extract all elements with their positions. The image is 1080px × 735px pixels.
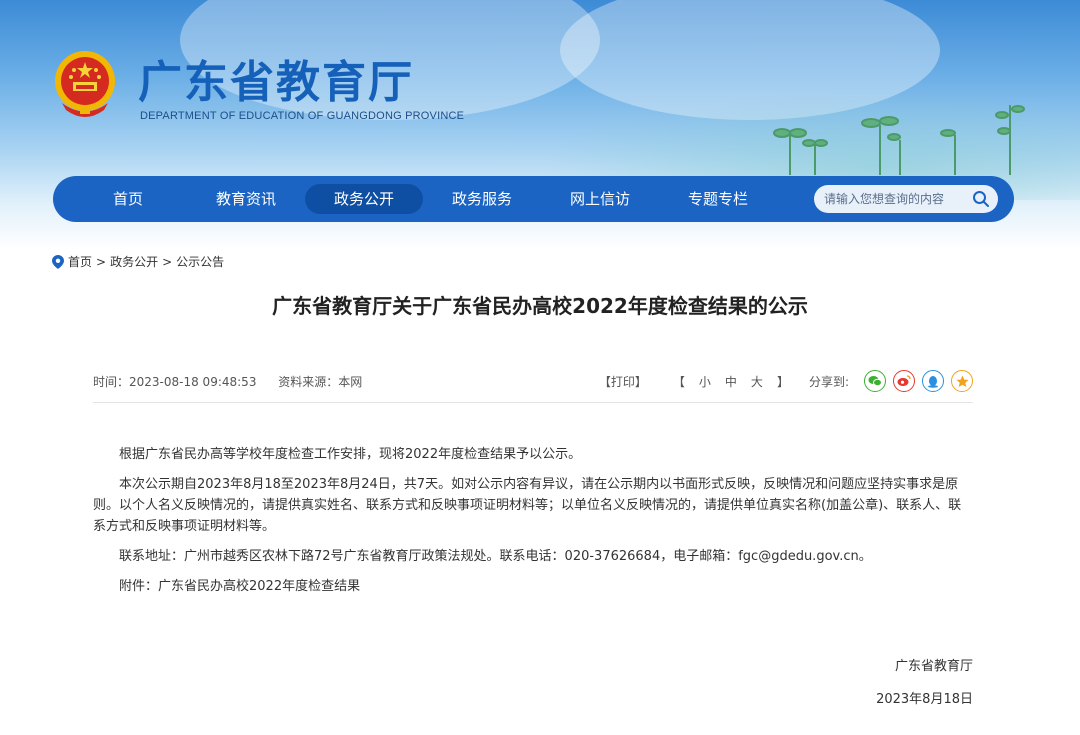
article-meta: 时间：2023-08-18 09:48:53 资料来源：本网 【打印】 【 小 … (93, 368, 973, 394)
font-small-button[interactable]: 小 (699, 373, 711, 390)
font-bracket-open: 【 (672, 374, 685, 389)
location-pin-icon (52, 254, 64, 269)
meta-divider (93, 402, 973, 403)
qq-icon[interactable] (922, 370, 944, 392)
wechat-icon[interactable] (864, 370, 886, 392)
breadcrumb-gov-affairs[interactable]: 政务公开 (110, 253, 158, 270)
font-size-controls: 【 小 中 大 】 (673, 373, 789, 390)
font-large-button[interactable]: 大 (751, 373, 763, 390)
main-nav: 首页 教育资讯 政务公开 政务服务 网上信访 专题专栏 (53, 176, 1014, 222)
share-label: 分享到: (808, 374, 849, 389)
signature: 广东省教育厅 (894, 659, 973, 674)
nav-item-gov-affairs[interactable]: 政务公开 (305, 184, 423, 214)
header-banner: 广东省教育厅 DEPARTMENT OF EDUCATION OF GUANGD… (0, 0, 1080, 250)
publish-time: 时间：2023-08-18 09:48:53 (93, 374, 257, 389)
breadcrumb-announcements[interactable]: 公示公告 (176, 253, 224, 270)
sprouts-decoration (773, 105, 1025, 175)
nav-item-home[interactable]: 首页 (69, 184, 187, 214)
search-input[interactable] (814, 186, 964, 212)
breadcrumb: 首页 > 政务公开 > 公示公告 (52, 253, 224, 270)
breadcrumb-separator: > (162, 254, 173, 269)
article-paragraph: 根据广东省民办高等学校年度检查工作安排，现将2022年度检查结果予以公示。 (119, 447, 582, 462)
breadcrumb-separator: > (96, 254, 107, 269)
breadcrumb-home[interactable]: 首页 (68, 253, 92, 270)
font-medium-button[interactable]: 中 (725, 373, 737, 390)
signature-date: 2023年8月18日 (876, 692, 973, 707)
article-source: 资料来源：本网 (278, 374, 363, 389)
nav-item-news[interactable]: 教育资讯 (187, 184, 305, 214)
qzone-icon[interactable] (951, 370, 973, 392)
weibo-icon[interactable] (893, 370, 915, 392)
search-box (814, 185, 998, 213)
site-subtitle: DEPARTMENT OF EDUCATION OF GUANGDONG PRO… (140, 110, 465, 122)
nav-item-special-topics[interactable]: 专题专栏 (659, 184, 777, 214)
national-emblem-icon (55, 51, 115, 117)
search-icon[interactable] (972, 190, 990, 208)
article-title: 广东省教育厅关于广东省民办高校2022年度检查结果的公示 (272, 294, 808, 318)
article-paragraph: 本次公示期自2023年8月18至2023年8月24日，共7天。如对公示内容有异议… (93, 477, 962, 534)
nav-items: 首页 教育资讯 政务公开 政务服务 网上信访 专题专栏 (69, 184, 777, 214)
nav-item-gov-services[interactable]: 政务服务 (423, 184, 541, 214)
attachment-link[interactable]: 附件：广东省民办高校2022年度检查结果 (93, 576, 973, 597)
print-button[interactable]: 【打印】 (599, 373, 647, 390)
site-title: 广东省教育厅 (138, 57, 414, 108)
article-paragraph: 联系地址：广州市越秀区农林下路72号广东省教育厅政策法规处。联系电话：020-3… (119, 549, 872, 564)
nav-item-online-petition[interactable]: 网上信访 (541, 184, 659, 214)
article-body: 根据广东省民办高等学校年度检查工作安排，现将2022年度检查结果予以公示。 本次… (93, 444, 973, 606)
font-bracket-close: 】 (776, 374, 789, 389)
